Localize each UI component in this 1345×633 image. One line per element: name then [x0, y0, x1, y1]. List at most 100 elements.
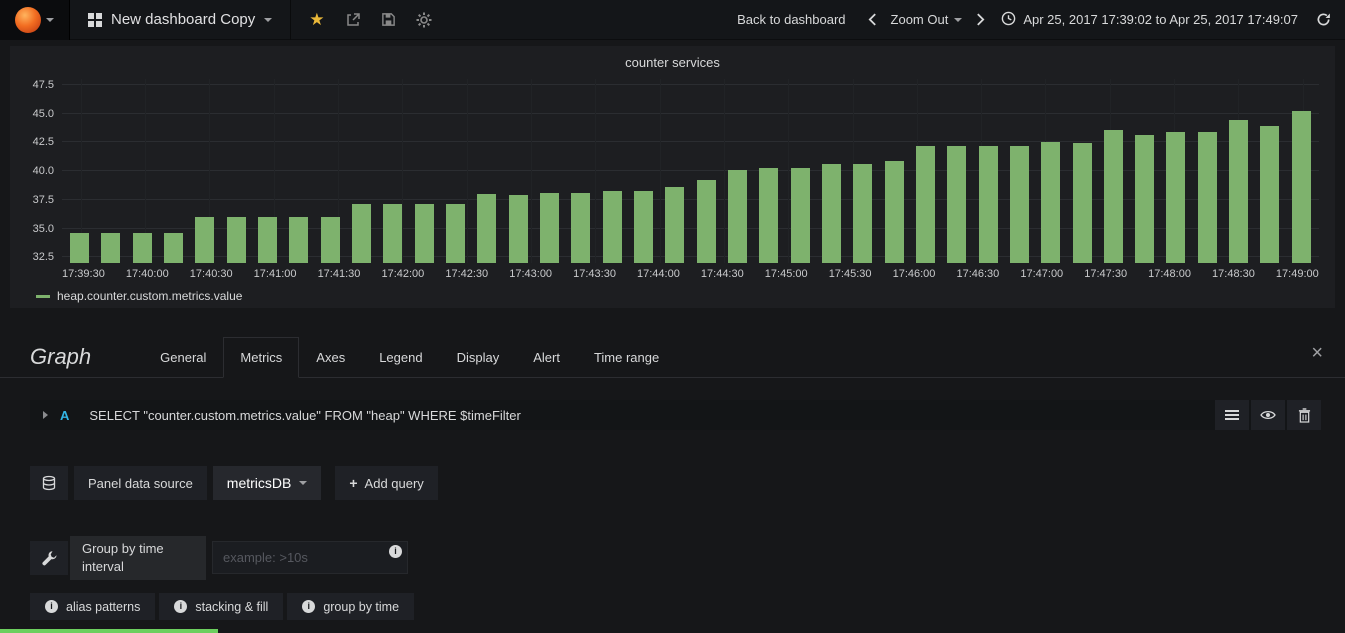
legend-series-label[interactable]: heap.counter.custom.metrics.value	[57, 289, 242, 303]
chevron-down-icon	[954, 17, 963, 22]
x-tick-label: 17:48:30	[1212, 268, 1255, 280]
tab-legend[interactable]: Legend	[362, 337, 439, 377]
bar	[383, 204, 403, 263]
database-icon	[42, 475, 56, 491]
chevron-down-icon	[46, 17, 54, 22]
editor-header: Graph General Metrics Axes Legend Display Ale…	[0, 332, 1345, 378]
group-by-interval-input[interactable]	[212, 541, 408, 574]
trash-icon	[1298, 407, 1310, 423]
share-icon[interactable]	[345, 12, 361, 28]
bar	[633, 190, 653, 263]
datasource-dropdown[interactable]: metricsDB	[212, 466, 322, 500]
bar	[602, 190, 622, 263]
legend-series-icon[interactable]	[36, 294, 50, 298]
bar	[1041, 142, 1061, 263]
info-icon	[45, 600, 58, 613]
dashboard-picker[interactable]: New dashboard Copy	[70, 0, 292, 40]
query-actions	[1215, 400, 1321, 430]
panel-editor: Graph General Metrics Axes Legend Display Ale…	[0, 332, 1345, 620]
help-alias-patterns[interactable]: alias patterns	[30, 593, 156, 620]
bar	[1135, 135, 1155, 263]
tab-axes[interactable]: Axes	[299, 337, 362, 377]
x-tick-label: 17:41:00	[253, 268, 297, 280]
bar	[821, 164, 841, 263]
help-group-by-time[interactable]: group by time	[287, 593, 415, 620]
bar	[257, 217, 277, 263]
bar	[477, 194, 497, 263]
settings-gear-icon[interactable]	[416, 12, 432, 28]
x-tick-label: 17:49:00	[1275, 268, 1319, 280]
panel-title[interactable]: counter services	[10, 46, 1335, 70]
x-tick-label: 17:46:30	[956, 268, 1000, 280]
bar	[759, 167, 779, 263]
y-tick-label: 45.0	[32, 107, 54, 120]
help-stacking-fill[interactable]: stacking & fill	[159, 593, 284, 620]
close-icon[interactable]	[1311, 343, 1323, 363]
dashboard-grid-icon	[88, 12, 102, 27]
tab-display[interactable]: Display	[440, 337, 517, 377]
x-tick-label: 17:42:00	[381, 268, 425, 280]
query-text[interactable]: SELECT "counter.custom.metrics.value" FR…	[89, 408, 1215, 423]
star-icon[interactable]	[309, 11, 324, 28]
query-collapse-caret-icon[interactable]	[43, 411, 48, 419]
save-icon[interactable]	[381, 12, 396, 27]
bar	[539, 192, 559, 263]
y-tick-label: 35.0	[32, 222, 54, 235]
vertical-gridline	[788, 79, 790, 263]
x-tick-label: 17:39:30	[62, 268, 105, 280]
datasource-help-button[interactable]	[30, 466, 68, 500]
bar	[1197, 131, 1217, 263]
editor-tabs: General Metrics Axes Legend Display Alert Time…	[143, 337, 676, 378]
grafana-main-menu[interactable]	[0, 0, 70, 40]
time-range-picker[interactable]: Apr 25, 2017 17:39:02 to Apr 25, 2017 17…	[1001, 11, 1298, 29]
vertical-gridline	[659, 79, 661, 263]
x-tick-label: 17:44:00	[637, 268, 680, 280]
time-shift-back-chevron-icon[interactable]	[864, 13, 881, 26]
gridline	[62, 83, 1319, 85]
chevron-down-icon	[264, 17, 273, 22]
query-menu-button[interactable]	[1215, 400, 1249, 430]
x-tick-label: 17:40:00	[125, 268, 169, 280]
query-ref-id[interactable]: A	[60, 408, 69, 423]
dashboard-title: New dashboard Copy	[111, 11, 256, 28]
x-tick-label: 17:41:30	[317, 268, 361, 280]
gridline	[62, 256, 1319, 258]
query-row: A SELECT "counter.custom.metrics.value" …	[30, 400, 1321, 430]
x-tick-label: 17:45:30	[828, 268, 872, 280]
info-icon	[389, 545, 402, 558]
y-tick-label: 42.5	[32, 136, 54, 149]
tab-alert[interactable]: Alert	[516, 337, 577, 377]
gridline	[62, 170, 1319, 171]
refresh-icon[interactable]	[1316, 12, 1331, 27]
bar	[1103, 129, 1123, 263]
dashboard-actions	[291, 11, 449, 28]
bar	[195, 217, 215, 263]
zoom-out-label: Zoom Out	[890, 12, 949, 27]
tab-time-range[interactable]: Time range	[577, 337, 676, 377]
query-options-button[interactable]	[30, 541, 68, 575]
bar	[351, 204, 371, 263]
info-icon	[302, 600, 316, 613]
bar	[853, 164, 873, 263]
group-by-interval-label: Group by time interval	[70, 536, 206, 580]
bar	[727, 169, 747, 263]
bar	[289, 217, 309, 263]
bar	[1229, 120, 1249, 263]
tab-metrics[interactable]: Metrics	[223, 337, 300, 378]
add-query-button[interactable]: Add query	[335, 466, 438, 500]
query-delete-button[interactable]	[1287, 400, 1321, 430]
vertical-gridline	[530, 79, 532, 263]
graph-panel: counter services 47.5 45.0 42.5 40.0 37.5 35.…	[10, 46, 1335, 308]
bar	[1166, 131, 1186, 263]
back-to-dashboard-link[interactable]: Back to dashboard	[737, 12, 845, 27]
zoom-out-button[interactable]: Zoom Out	[881, 12, 973, 27]
query-toggle-visibility-button[interactable]	[1251, 400, 1285, 430]
panel-type-title: Graph	[30, 344, 92, 369]
bar	[1260, 126, 1280, 263]
tab-general[interactable]: General	[143, 337, 223, 377]
time-shift-forward-chevron-icon[interactable]	[972, 13, 989, 26]
bar	[1009, 145, 1029, 263]
bar	[163, 233, 183, 263]
wrench-icon	[42, 551, 57, 566]
hamburger-menu-icon	[1225, 408, 1239, 422]
